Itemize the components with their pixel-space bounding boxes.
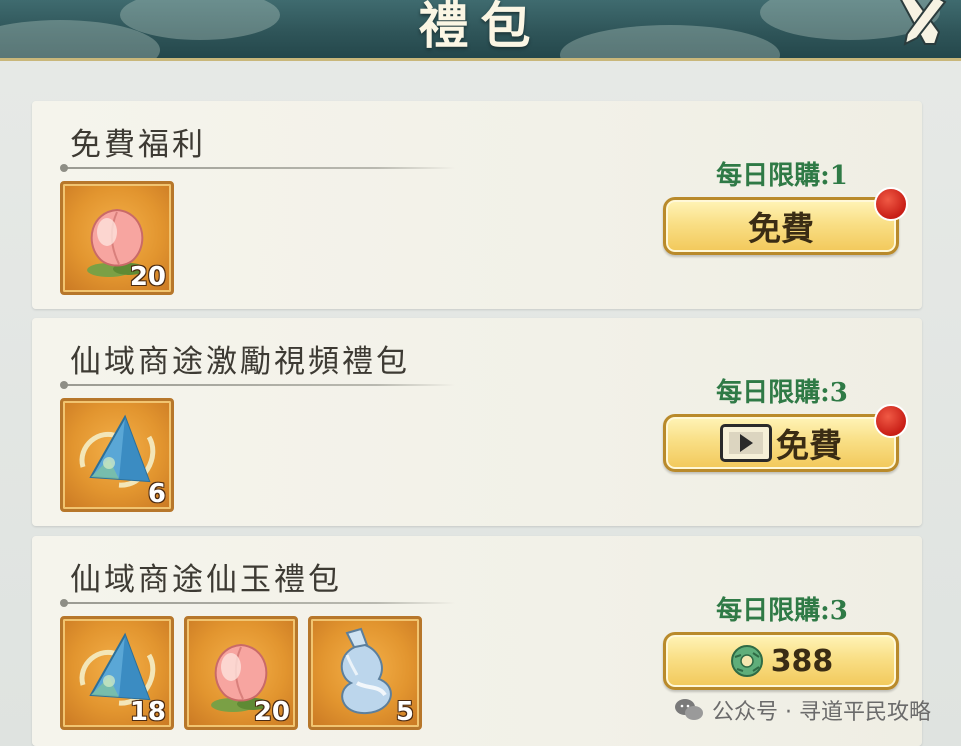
watermark-text: 公众号 · 寻道平民攻略 (712, 700, 931, 725)
video-icon (720, 424, 772, 462)
watch-video-free-button[interactable]: 免費 (663, 414, 899, 472)
item-count: 20 (129, 262, 166, 292)
divider (60, 164, 455, 172)
daily-limit: 每日限購:1 (716, 161, 848, 191)
close-button[interactable] (891, 0, 947, 46)
close-icon (900, 0, 947, 46)
red-dot-badge (874, 187, 908, 221)
item-count: 20 (253, 697, 290, 727)
reward-item[interactable]: 20 (60, 181, 174, 295)
gift-pack-video: 仙域商途激勵視頻禮包 6 每日限購:3 免費 (32, 318, 922, 526)
daily-limit: 每日限購:3 (716, 378, 848, 408)
pack-title: 免費福利 (70, 127, 206, 163)
daily-limit: 每日限購:3 (716, 596, 848, 626)
pack-title: 仙域商途仙玉禮包 (70, 562, 342, 598)
jade-purchase-button[interactable]: 388 (663, 632, 899, 690)
jade-coin-icon (730, 645, 763, 677)
header-bar: 禮包 (0, 0, 961, 61)
gift-pack-free-welfare: 免費福利 20 每日限購:1 免費 (32, 101, 922, 309)
button-label: 免費 (748, 209, 814, 248)
reward-item[interactable]: 20 (184, 616, 298, 730)
wechat-icon (675, 699, 704, 720)
red-dot-badge (874, 404, 908, 438)
watermark: 公众号 · 寻道平民攻略 (674, 694, 931, 726)
divider (60, 381, 455, 389)
divider (60, 599, 455, 607)
free-claim-button[interactable]: 免費 (663, 197, 899, 255)
item-count: 18 (129, 697, 166, 727)
pack-title: 仙域商途激勵視頻禮包 (70, 344, 410, 380)
button-label: 免費 (776, 426, 842, 465)
reward-item[interactable]: 5 (308, 616, 422, 730)
reward-item[interactable]: 18 (60, 616, 174, 730)
page-title: 禮包 (418, 0, 543, 55)
reward-item[interactable]: 6 (60, 398, 174, 512)
item-count: 5 (395, 697, 414, 727)
item-count: 6 (147, 479, 166, 509)
price-label: 388 (770, 643, 834, 679)
